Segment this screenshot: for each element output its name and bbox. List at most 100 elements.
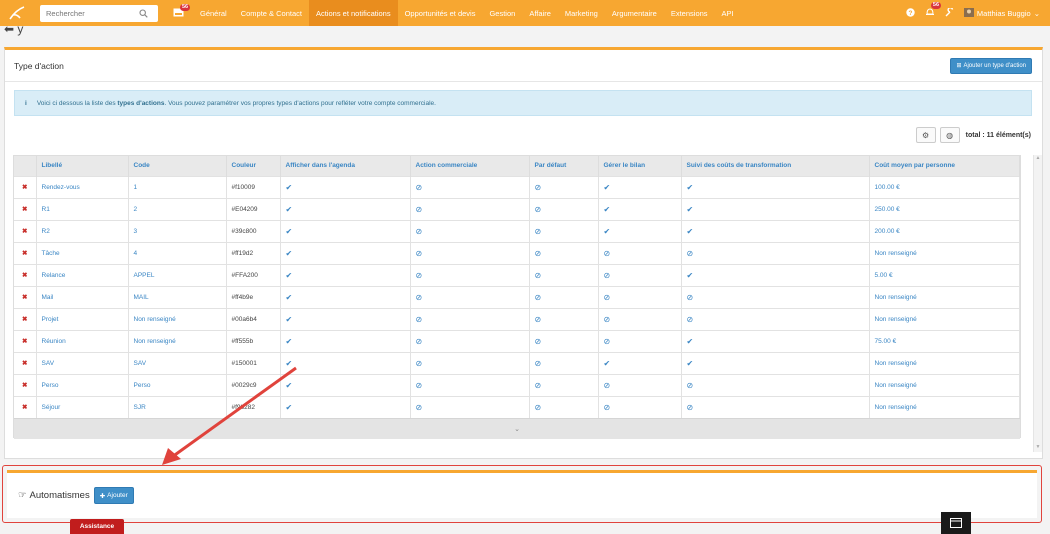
cell-cout-moyen[interactable]: 200.00 €	[869, 219, 1020, 242]
delete-icon[interactable]: ✖	[14, 219, 37, 242]
table-row[interactable]: ✖ Séjour SJR #f9b282 ✔ ⊘ ⊘ ⊘ ⊘ Non renseigné	[14, 395, 1020, 418]
column-header-cout-moyen[interactable]: Coût moyen par personne	[869, 156, 1020, 176]
cell-code[interactable]: 1	[128, 175, 227, 198]
alerts-button[interactable]: 56	[925, 2, 942, 19]
cell-libelle[interactable]: Tâche	[36, 241, 129, 264]
cell-libelle[interactable]: Réunion	[36, 329, 129, 352]
wrench-icon[interactable]	[945, 6, 954, 19]
add-automatisme-button[interactable]: ✚ Ajouter	[93, 487, 134, 504]
cell-cout-moyen[interactable]: 100.00 €	[869, 175, 1020, 198]
scroll-up-icon[interactable]: ▲	[1034, 155, 1042, 161]
cell-cout-moyen[interactable]: Non renseigné	[869, 395, 1020, 418]
back-arrow-icon[interactable]: ⬅	[4, 22, 14, 36]
menu-item-general[interactable]: Général	[193, 0, 234, 26]
menu-item-compte-contact[interactable]: Compte & Contact	[234, 0, 309, 26]
cell-libelle[interactable]: Projet	[36, 307, 129, 330]
table-row[interactable]: ✖ R2 3 #39c800 ✔ ⊘ ⊘ ✔ ✔ 200.00 €	[14, 219, 1020, 242]
cell-code[interactable]: Non renseigné	[128, 329, 227, 352]
column-header-couleur[interactable]: Couleur	[226, 156, 281, 176]
column-header-par-defaut[interactable]: Par défaut	[529, 156, 599, 176]
check-icon: ✔	[681, 175, 870, 198]
column-header-agenda[interactable]: Afficher dans l'agenda	[280, 156, 411, 176]
cell-cout-moyen[interactable]: Non renseigné	[869, 285, 1020, 308]
chat-widget-button[interactable]	[941, 512, 971, 534]
cell-cout-moyen[interactable]: 75.00 €	[869, 329, 1020, 352]
cell-code[interactable]: Perso	[128, 373, 227, 396]
cell-libelle[interactable]: Séjour	[36, 395, 129, 418]
cell-cout-moyen[interactable]: Non renseigné	[869, 241, 1020, 264]
table-scrollbar[interactable]: ▲ ▼	[1033, 155, 1042, 452]
check-icon: ✔	[280, 175, 411, 198]
table-row[interactable]: ✖ Projet Non renseigné #00a6b4 ✔ ⊘ ⊘ ⊘ ⊘ Non rens…	[14, 307, 1020, 330]
delete-icon[interactable]: ✖	[14, 395, 37, 418]
ban-icon: ⊘	[681, 373, 870, 396]
settings-button[interactable]: ⚙	[915, 127, 936, 143]
ban-icon: ⊘	[681, 395, 870, 418]
menu-item-opportunites-devis[interactable]: Opportunités et devis	[398, 0, 483, 26]
cell-code[interactable]: 2	[128, 197, 227, 220]
cell-libelle[interactable]: Mail	[36, 285, 129, 308]
search-input[interactable]	[46, 8, 138, 18]
menu-item-api[interactable]: API	[715, 0, 741, 26]
delete-icon[interactable]: ✖	[14, 263, 37, 286]
bell-icon	[925, 8, 935, 19]
column-header-libelle[interactable]: Libellé	[36, 156, 129, 176]
delete-icon[interactable]: ✖	[14, 241, 37, 264]
menu-item-extensions[interactable]: Extensions	[664, 0, 715, 26]
menu-item-argumentaire[interactable]: Argumentaire	[605, 0, 664, 26]
help-icon[interactable]: ?	[906, 7, 915, 19]
cell-libelle[interactable]: Perso	[36, 373, 129, 396]
panel-title: Type d'action	[14, 60, 64, 71]
add-action-type-button[interactable]: ⊞ Ajouter un type d'action	[950, 57, 1032, 74]
column-header-bilan[interactable]: Gérer le bilan	[598, 156, 682, 176]
cell-cout-moyen[interactable]: Non renseigné	[869, 307, 1020, 330]
search-box[interactable]	[40, 4, 158, 22]
cell-code[interactable]: 4	[128, 241, 227, 264]
user-menu[interactable]: Matthias Buggio ⌄	[963, 7, 1040, 19]
assistance-button[interactable]: Assistance	[70, 519, 124, 534]
cell-code[interactable]: APPEL	[128, 263, 227, 286]
cell-libelle[interactable]: SAV	[36, 351, 129, 374]
table-row[interactable]: ✖ Mail MAIL #ff4b9e ✔ ⊘ ⊘ ⊘ ⊘ Non renseigné	[14, 285, 1020, 308]
table-row[interactable]: ✖ R1 2 #E04209 ✔ ⊘ ⊘ ✔ ✔ 250.00 €	[14, 197, 1020, 220]
table-row[interactable]: ✖ Tâche 4 #ff19d2 ✔ ⊘ ⊘ ⊘ ⊘ Non renseigné	[14, 241, 1020, 264]
ban-icon: ⊘	[598, 373, 682, 396]
export-button[interactable]: ◍	[939, 127, 960, 143]
cell-code[interactable]: SAV	[128, 351, 227, 374]
delete-icon[interactable]: ✖	[14, 329, 37, 352]
table-row[interactable]: ✖ SAV SAV #150001 ✔ ⊘ ⊘ ✔ ✔ Non renseigné	[14, 351, 1020, 374]
column-header-code[interactable]: Code	[128, 156, 227, 176]
menu-item-marketing[interactable]: Marketing	[558, 0, 605, 26]
table-row[interactable]: ✖ Réunion Non renseigné #ff555b ✔ ⊘ ⊘ ⊘ ✔ 75.00 €	[14, 329, 1020, 352]
table-row[interactable]: ✖ Perso Perso #0029c9 ✔ ⊘ ⊘ ⊘ ⊘ Non renseigné	[14, 373, 1020, 396]
cell-cout-moyen[interactable]: 5.00 €	[869, 263, 1020, 286]
column-header-action-commerciale[interactable]: Action commerciale	[410, 156, 530, 176]
cell-libelle[interactable]: Relance	[36, 263, 129, 286]
menu-item-gestion[interactable]: Gestion	[482, 0, 522, 26]
cell-libelle[interactable]: R1	[36, 197, 129, 220]
menu-item-actions-notifications[interactable]: Actions et notifications	[308, 0, 398, 26]
table-row[interactable]: ✖ Rendez-vous 1 #f10009 ✔ ⊘ ⊘ ✔ ✔ 100.00 €	[14, 175, 1020, 198]
cell-code[interactable]: 3	[128, 219, 227, 242]
cell-libelle[interactable]: R2	[36, 219, 129, 242]
cell-code[interactable]: Non renseigné	[128, 307, 227, 330]
delete-icon[interactable]: ✖	[14, 307, 37, 330]
cell-code[interactable]: SJR	[128, 395, 227, 418]
table-row[interactable]: ✖ Relance APPEL #FFA200 ✔ ⊘ ⊘ ⊘ ✔ 5.00 €	[14, 263, 1020, 286]
cell-cout-moyen[interactable]: Non renseigné	[869, 373, 1020, 396]
column-header-suivi-couts[interactable]: Suivi des coûts de transformation	[681, 156, 870, 176]
scroll-down-icon[interactable]: ▼	[1034, 444, 1042, 450]
load-more-row[interactable]: ⌄	[14, 418, 1020, 439]
cell-cout-moyen[interactable]: 250.00 €	[869, 197, 1020, 220]
cell-code[interactable]: MAIL	[128, 285, 227, 308]
delete-icon[interactable]: ✖	[14, 351, 37, 374]
notifications-button[interactable]: 56	[173, 4, 191, 20]
delete-icon[interactable]: ✖	[14, 175, 37, 198]
cell-cout-moyen[interactable]: Non renseigné	[869, 351, 1020, 374]
cell-libelle[interactable]: Rendez-vous	[36, 175, 129, 198]
delete-icon[interactable]: ✖	[14, 197, 37, 220]
delete-icon[interactable]: ✖	[14, 285, 37, 308]
menu-item-affaire[interactable]: Affaire	[522, 0, 558, 26]
search-icon[interactable]	[138, 8, 148, 18]
delete-icon[interactable]: ✖	[14, 373, 37, 396]
